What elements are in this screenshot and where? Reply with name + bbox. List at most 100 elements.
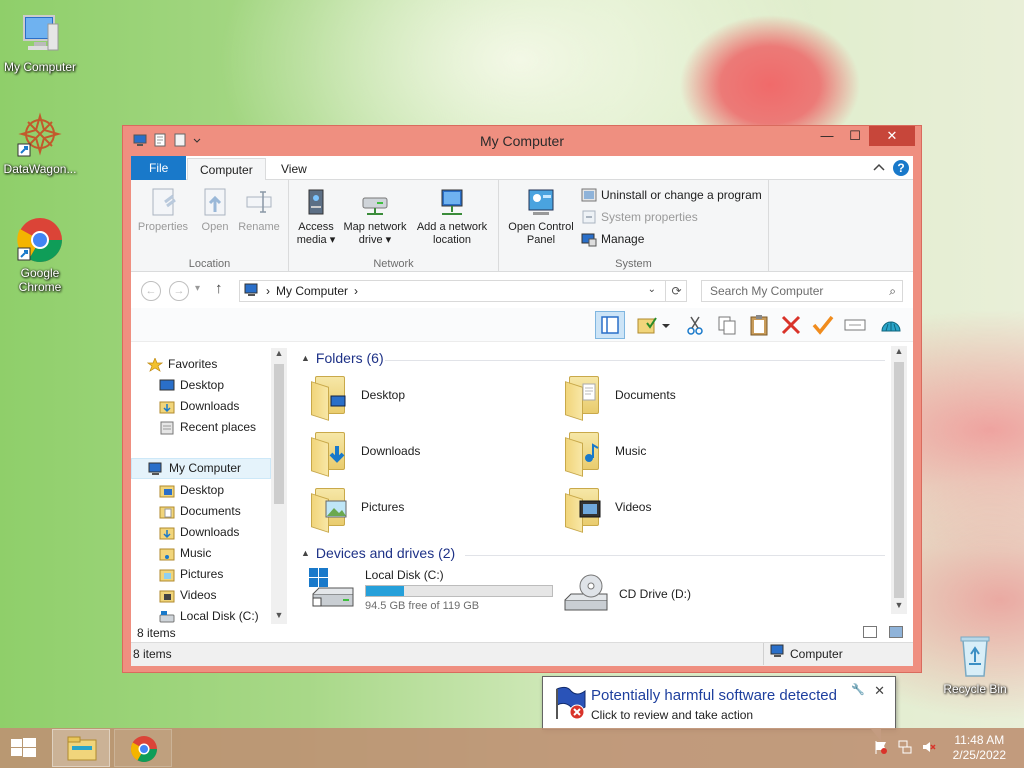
path-chevron-after[interactable]: ›: [354, 284, 358, 298]
maximize-button[interactable]: ☐: [841, 126, 869, 146]
add-network-location-button[interactable]: Add a network location: [411, 186, 493, 247]
details-view-icon[interactable]: [863, 626, 877, 638]
folder-documents[interactable]: Documents: [563, 372, 676, 421]
minimize-button[interactable]: —: [813, 126, 841, 146]
close-button[interactable]: ✕: [869, 126, 915, 146]
checkmark-icon[interactable]: [811, 314, 835, 336]
folder-pictures[interactable]: Pictures: [309, 484, 404, 533]
nav-favorites[interactable]: Favorites: [146, 354, 217, 375]
datawagon-logo-icon: [16, 112, 64, 160]
tab-view[interactable]: View: [269, 158, 319, 180]
item-count: 8 items: [137, 626, 176, 640]
uninstall-program-button[interactable]: Uninstall or change a program: [581, 187, 762, 203]
drive-cd-d[interactable]: CD Drive (D:): [563, 574, 691, 614]
collapse-triangle-icon[interactable]: ▲: [301, 353, 310, 363]
system-tray: [874, 740, 936, 754]
path-segment-my-computer[interactable]: My Computer: [276, 284, 348, 298]
recent-locations-button[interactable]: ▾: [195, 283, 200, 294]
manage-button[interactable]: Manage: [581, 231, 644, 247]
folder-videos[interactable]: Videos: [563, 484, 651, 533]
large-icons-view-icon[interactable]: [889, 626, 903, 638]
tab-computer[interactable]: Computer: [187, 158, 266, 180]
rename-toolbar-icon[interactable]: [843, 314, 867, 336]
shell-icon[interactable]: [879, 314, 903, 336]
back-button[interactable]: ←: [141, 281, 161, 301]
nav-fav-downloads[interactable]: Downloads: [159, 396, 239, 417]
title-bar[interactable]: My Computer — ☐ ✕: [123, 126, 921, 156]
navpane-scrollbar[interactable]: ▲ ▼: [271, 348, 287, 624]
desktop-icon-google-chrome[interactable]: Google Chrome: [0, 216, 80, 294]
collapse-triangle-icon[interactable]: ▲: [301, 548, 310, 558]
forward-button[interactable]: →: [169, 281, 189, 301]
taskbar-file-explorer[interactable]: [52, 729, 110, 767]
map-network-drive-button[interactable]: Map network drive ▾: [339, 186, 411, 247]
collapse-ribbon-icon[interactable]: [873, 161, 885, 175]
desktop-icon-datawagon[interactable]: DataWagon...: [0, 112, 80, 176]
file-explorer-icon: [67, 736, 97, 761]
folder-desktop[interactable]: Desktop: [309, 372, 405, 421]
nav-pc-pictures[interactable]: Pictures: [159, 564, 223, 585]
scroll-up-arrow[interactable]: ▲: [891, 346, 907, 360]
refresh-button[interactable]: ⟳: [665, 280, 687, 302]
recycle-bin-icon: [951, 632, 999, 680]
group-network: Access media ▾ Map network drive ▾ Add a…: [289, 180, 499, 272]
section-header-devices[interactable]: ▲ Devices and drives (2): [301, 545, 455, 561]
downloads-folder-icon: [159, 400, 175, 414]
folder-options-dropdown-icon[interactable]: [661, 314, 671, 336]
content-scroll-thumb[interactable]: [894, 362, 904, 598]
preview-pane-icon[interactable]: [595, 311, 625, 339]
nav-pc-documents[interactable]: Documents: [159, 501, 241, 522]
folder-options-icon[interactable]: [635, 314, 659, 336]
properties-button[interactable]: Properties: [137, 186, 189, 234]
desktop-icon-my-computer[interactable]: My Computer: [0, 10, 80, 74]
nav-pc-videos[interactable]: Videos: [159, 585, 216, 606]
notification-balloon[interactable]: Potentially harmful software detected Cl…: [542, 676, 896, 741]
help-button[interactable]: ?: [893, 160, 909, 176]
nav-pc-desktop[interactable]: Desktop: [159, 480, 224, 501]
search-input[interactable]: Search My Computer ⌕: [701, 280, 903, 302]
scroll-up-arrow[interactable]: ▲: [271, 348, 287, 362]
up-button[interactable]: ↑: [215, 280, 223, 297]
computer-small-icon: [244, 283, 260, 300]
folder-downloads[interactable]: Downloads: [309, 428, 420, 477]
nav-fav-desktop[interactable]: Desktop: [159, 375, 224, 396]
access-media-button[interactable]: Access media ▾: [293, 186, 339, 247]
wrench-icon[interactable]: 🔧: [851, 683, 865, 696]
local-disk-name: Local Disk (C:): [365, 568, 444, 582]
network-icon[interactable]: [898, 740, 912, 754]
nav-pc-downloads[interactable]: Downloads: [159, 522, 239, 543]
volume-muted-icon[interactable]: [922, 740, 936, 754]
desktop-icon-recycle-bin[interactable]: Recycle Bin: [935, 632, 1015, 696]
ribbon-tabs: File Computer View ?: [131, 156, 913, 180]
system-properties-button[interactable]: System properties: [581, 209, 698, 225]
paste-icon[interactable]: [747, 314, 771, 336]
folder-music[interactable]: Music: [563, 428, 646, 477]
address-input[interactable]: › My Computer › ⌄: [239, 280, 687, 302]
drive-local-disk-c[interactable]: Local Disk (C:) 94.5 GB free of 119 GB: [309, 568, 553, 612]
nav-fav-recent-places[interactable]: Recent places: [159, 417, 256, 438]
taskbar-chrome[interactable]: [114, 729, 172, 767]
open-control-panel-button[interactable]: Open Control Panel: [503, 186, 579, 247]
ribbon-right-controls: ?: [873, 160, 909, 176]
desktop-icon-label: Recycle Bin: [943, 682, 1007, 696]
content-scrollbar[interactable]: ▲ ▼: [891, 346, 907, 614]
scroll-down-arrow[interactable]: ▼: [891, 600, 907, 614]
chrome-icon: [16, 216, 64, 264]
nav-pc-music[interactable]: Music: [159, 543, 211, 564]
tab-file[interactable]: File: [131, 156, 187, 180]
cut-icon[interactable]: [683, 314, 707, 336]
delete-icon[interactable]: [779, 314, 803, 336]
rename-button[interactable]: Rename: [235, 186, 283, 234]
start-button[interactable]: [0, 728, 48, 768]
action-center-flag-icon[interactable]: [874, 740, 888, 754]
taskbar-clock[interactable]: 11:48 AM 2/25/2022: [953, 733, 1006, 763]
address-dropdown[interactable]: ⌄: [648, 284, 656, 295]
balloon-close-button[interactable]: ✕: [874, 683, 885, 699]
open-button[interactable]: Open: [195, 186, 235, 234]
cd-drive-icon: [563, 574, 609, 614]
path-chevron[interactable]: ›: [266, 284, 270, 298]
copy-icon[interactable]: [715, 314, 739, 336]
nav-my-computer[interactable]: My Computer: [131, 458, 271, 479]
section-header-folders[interactable]: ▲ Folders (6): [301, 350, 384, 366]
navpane-scroll-thumb[interactable]: [274, 364, 284, 504]
